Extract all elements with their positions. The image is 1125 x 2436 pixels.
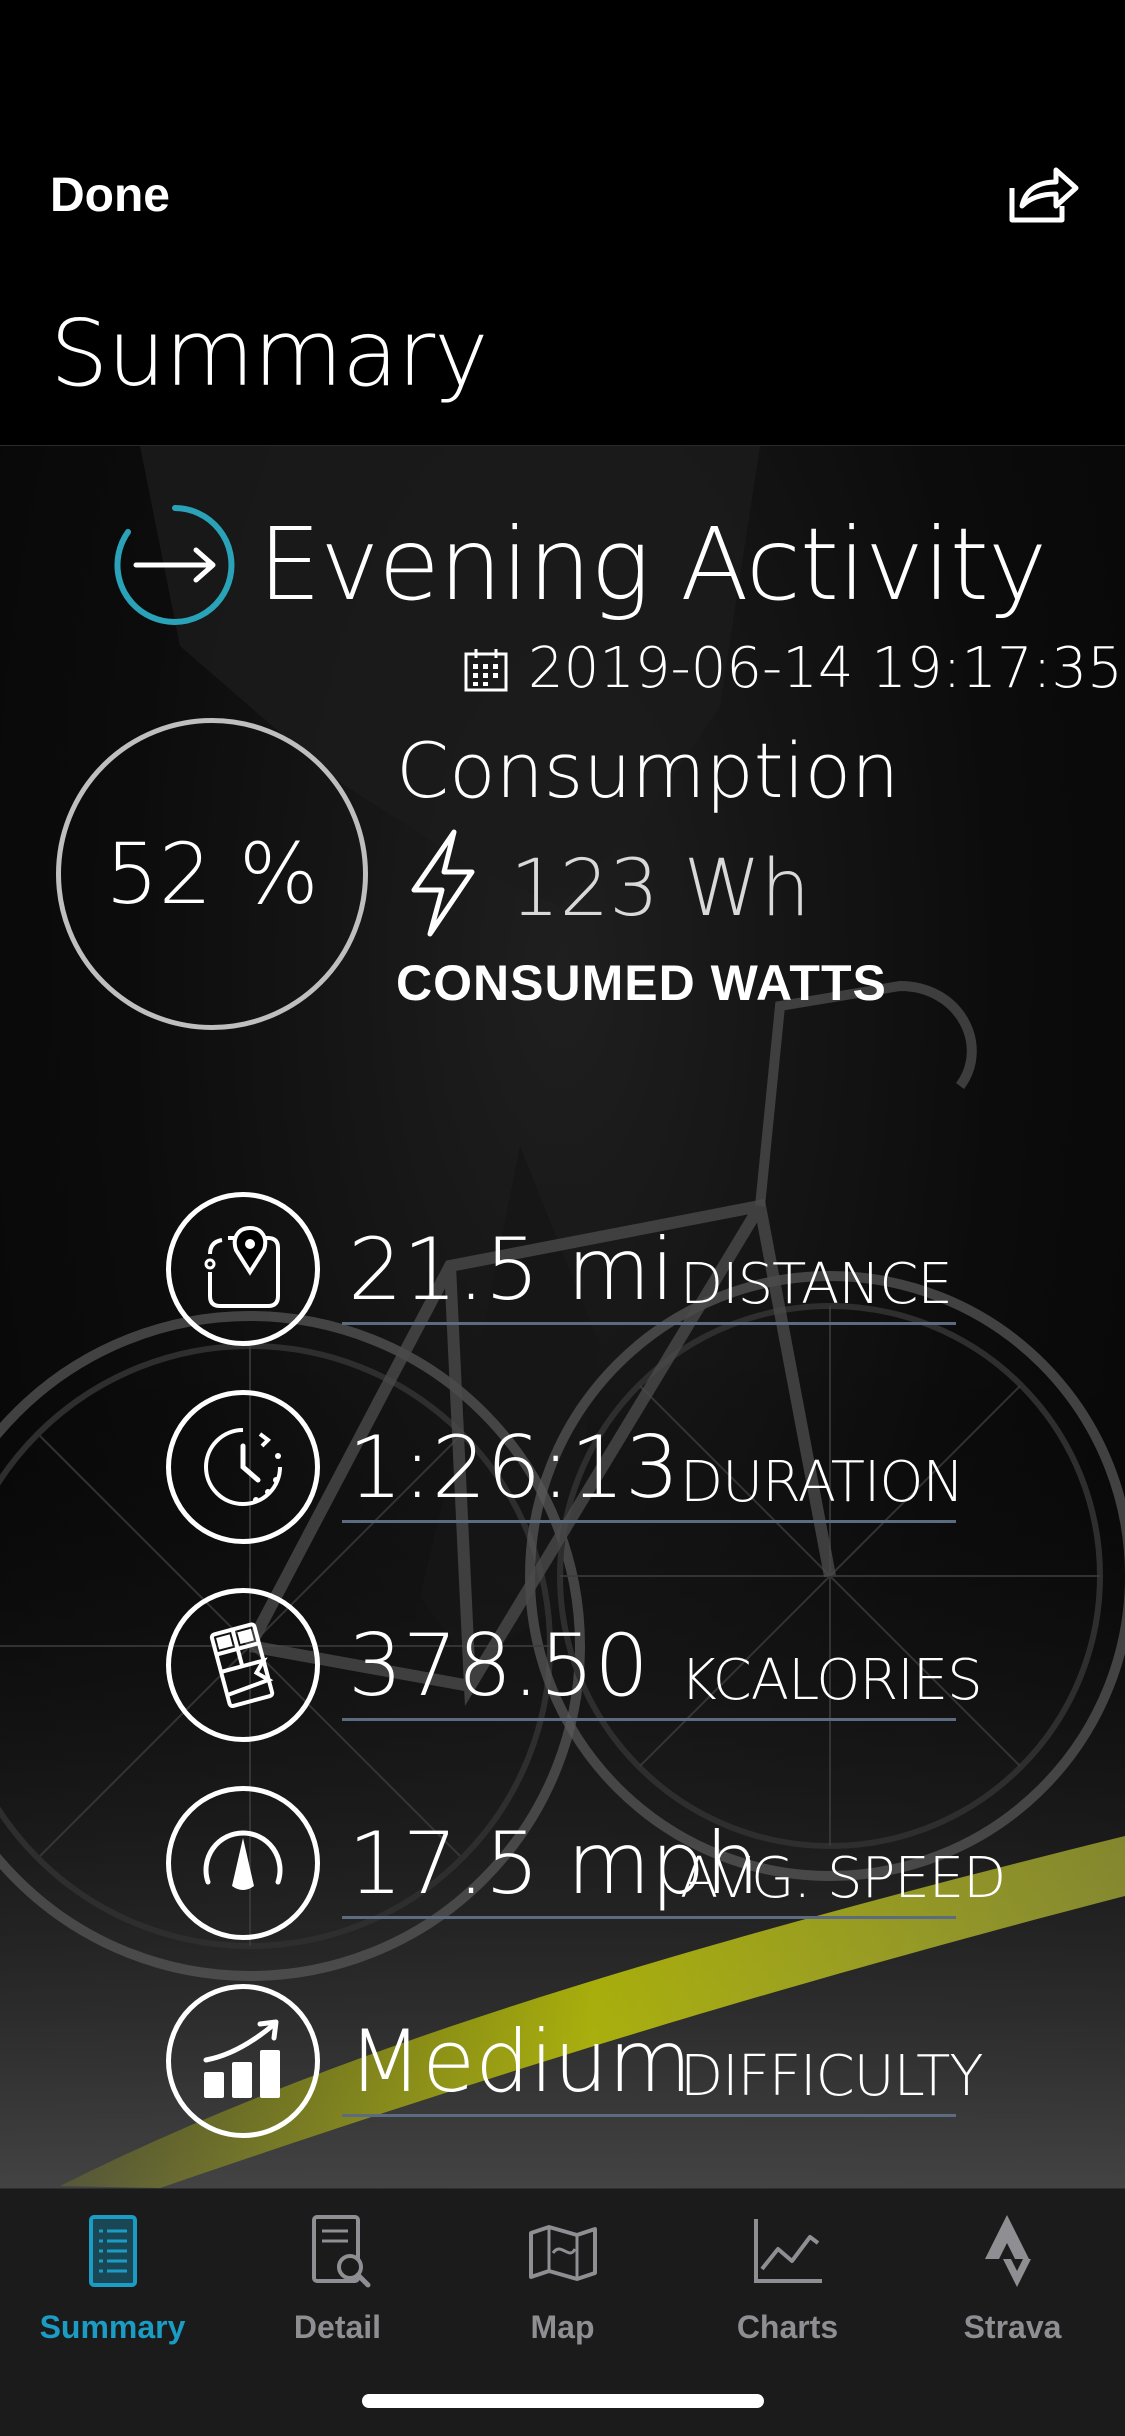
activity-date: 2019-06-14 19:17:35 xyxy=(528,636,1123,701)
distance-label: DISTANCE xyxy=(680,1252,953,1317)
tab-map[interactable]: Map xyxy=(450,2211,675,2345)
difficulty-value: Medium xyxy=(348,2012,692,2112)
tab-detail[interactable]: Detail xyxy=(225,2211,450,2345)
stat-divider xyxy=(342,1520,956,1523)
kcalories-label: KCALORIES xyxy=(680,1648,983,1713)
stat-divider xyxy=(342,1718,956,1721)
lightning-bolt-icon xyxy=(411,829,475,937)
map-icon xyxy=(528,2225,597,2281)
stat-divider xyxy=(342,1322,956,1325)
consumption-ring: 52 % xyxy=(56,718,368,1030)
distance-value: 21.5 mi xyxy=(348,1220,675,1320)
line-chart-icon xyxy=(753,2219,822,2283)
detail-search-icon xyxy=(311,2215,370,2288)
tab-charts-label: Charts xyxy=(736,2309,839,2345)
home-indicator[interactable] xyxy=(362,2394,764,2408)
difficulty-chart-icon xyxy=(203,2019,280,2098)
consumption-percent: 52 % xyxy=(105,825,319,923)
stat-divider xyxy=(342,1916,956,1919)
tab-strava-label: Strava xyxy=(963,2309,1062,2345)
tab-summary[interactable]: Summary xyxy=(0,2211,225,2345)
stat-icon-circle xyxy=(166,1390,320,1544)
duration-label: DURATION xyxy=(680,1450,964,1515)
consumption-label: Consumption xyxy=(396,726,900,815)
summary-list-icon xyxy=(88,2215,137,2287)
duration-value: 1:26:13 xyxy=(348,1418,680,1518)
stat-row-distance: 21.5 mi DISTANCE xyxy=(0,1192,1125,1352)
stat-icon-circle xyxy=(166,1588,320,1742)
page-title: Summary xyxy=(50,300,489,407)
consumed-watts-caption: CONSUMED WATTS xyxy=(396,955,887,1011)
stat-icon-circle xyxy=(166,1192,320,1346)
stat-row-kcalories: 378.50 KCALORIES xyxy=(0,1588,1125,1748)
share-icon[interactable] xyxy=(1006,166,1080,224)
strava-icon xyxy=(984,2215,1031,2287)
tab-detail-label: Detail xyxy=(293,2309,382,2345)
summary-content: Evening Activity 2019-06-14 19:17:35 52 … xyxy=(0,446,1125,2188)
stat-divider xyxy=(342,2114,956,2117)
stat-icon-circle xyxy=(166,1786,320,1940)
arrow-right-circle-icon xyxy=(114,505,235,625)
chocolate-bar-icon xyxy=(209,1622,275,1709)
stopwatch-icon xyxy=(204,1428,282,1506)
tab-charts[interactable]: Charts xyxy=(675,2211,900,2345)
stat-row-duration: 1:26:13 DURATION xyxy=(0,1390,1125,1550)
avg-speed-label: AVG. SPEED xyxy=(680,1846,1006,1911)
kcalories-value: 378.50 xyxy=(348,1616,649,1716)
speedometer-icon xyxy=(203,1830,283,1890)
activity-title: Evening Activity xyxy=(258,506,1047,623)
stat-icon-circle xyxy=(166,1984,320,2138)
stat-row-difficulty: Medium DIFFICULTY xyxy=(0,1984,1125,2144)
navigation-header: Done Summary xyxy=(0,0,1125,446)
stat-row-avg-speed: 17.5 mph AVG. SPEED xyxy=(0,1786,1125,1946)
map-pin-icon xyxy=(204,1225,280,1308)
difficulty-label: DIFFICULTY xyxy=(680,2044,984,2109)
consumption-value: 123 Wh xyxy=(510,844,811,934)
tab-summary-label: Summary xyxy=(39,2309,186,2345)
tab-map-label: Map xyxy=(530,2309,595,2345)
tab-strava[interactable]: Strava xyxy=(900,2211,1125,2345)
done-button[interactable]: Done xyxy=(50,168,170,223)
calendar-icon xyxy=(464,649,508,692)
